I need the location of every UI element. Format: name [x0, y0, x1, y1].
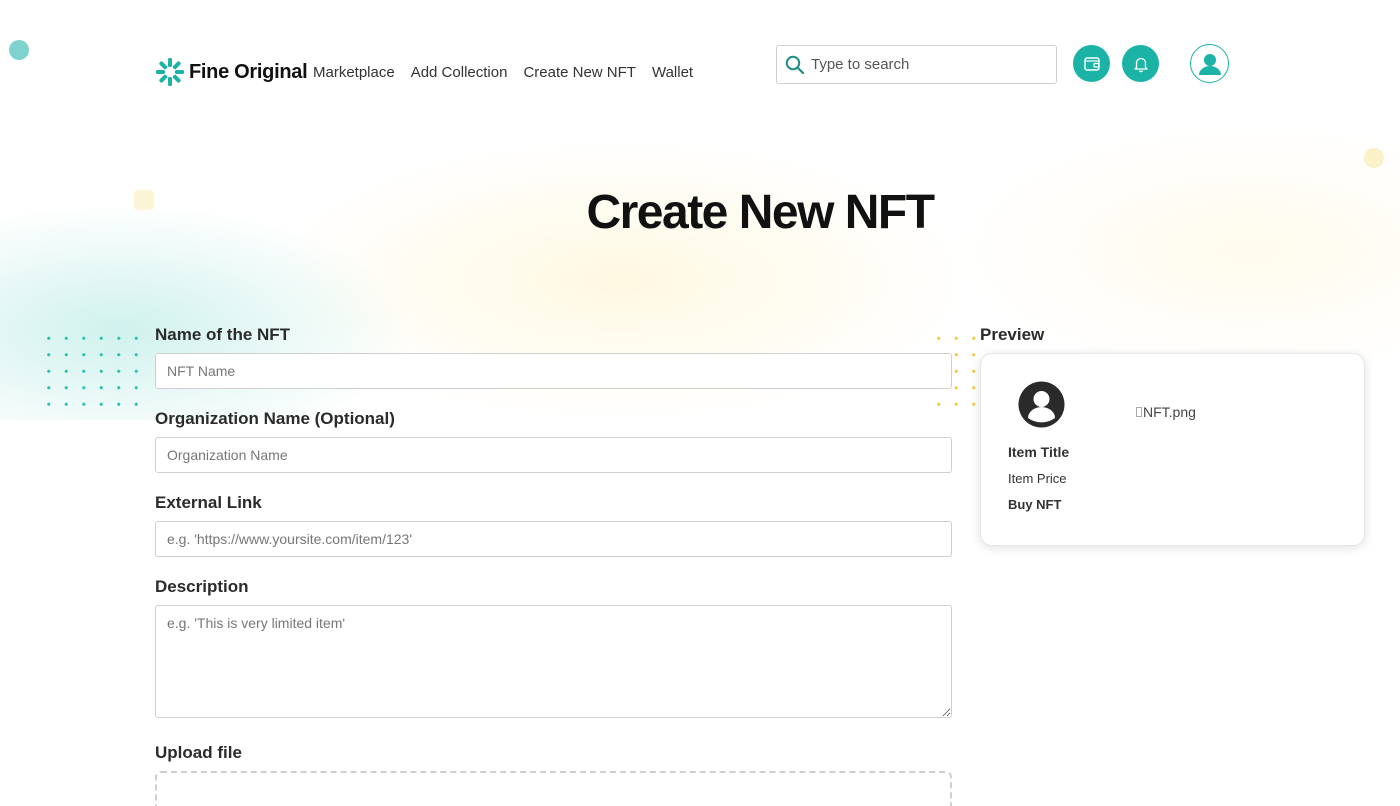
preview-item-title: Item Title: [1008, 444, 1070, 460]
create-nft-form: Name of the NFT Organization Name (Optio…: [155, 325, 952, 806]
upload-file-label: Upload file: [155, 743, 242, 762]
organization-name-label: Organization Name (Optional): [155, 409, 395, 428]
wallet-icon: [1083, 56, 1100, 71]
decorative-dot-grid: [40, 330, 145, 412]
description-label: Description: [155, 577, 249, 596]
nft-image-alt-text: NFT.png: [1143, 404, 1196, 420]
search-bar: [776, 45, 1057, 84]
field-organization: Organization Name (Optional): [155, 409, 952, 473]
sunburst-logo-icon: [156, 58, 184, 86]
page-title: Create New NFT: [586, 186, 935, 239]
broken-image-icon: [1136, 407, 1142, 417]
nav-item-create-new-nft[interactable]: Create New NFT: [523, 64, 636, 81]
search-input[interactable]: [811, 56, 1041, 73]
preview-card: Item Title Item Price Buy NFT NFT.png: [980, 353, 1365, 546]
preview-heading: Preview: [980, 325, 1045, 344]
top-navbar: Fine Original Marketplace Add Collection…: [0, 0, 1400, 130]
field-upload: Upload file: [155, 743, 952, 806]
creator-avatar-icon: [1018, 381, 1065, 428]
field-external-link: External Link: [155, 493, 952, 557]
file-dropzone[interactable]: [155, 771, 952, 806]
nft-image-placeholder: NFT.png: [1136, 404, 1196, 420]
brand-name: Fine Original: [189, 60, 308, 83]
external-link-label: External Link: [155, 493, 262, 512]
nav-item-marketplace[interactable]: Marketplace: [313, 64, 395, 81]
wallet-button[interactable]: [1073, 45, 1110, 82]
bell-icon: [1133, 57, 1148, 72]
search-icon[interactable]: [785, 55, 805, 75]
decorative-circle: [1364, 148, 1384, 168]
notifications-button[interactable]: [1122, 45, 1159, 82]
brand-logo[interactable]: Fine Original: [155, 57, 308, 87]
nft-name-input[interactable]: [155, 353, 952, 389]
nav-item-add-collection[interactable]: Add Collection: [411, 64, 508, 81]
buy-nft-button[interactable]: Buy NFT: [1008, 497, 1061, 512]
external-link-input[interactable]: [155, 521, 952, 557]
field-description: Description: [155, 577, 952, 723]
field-nft-name: Name of the NFT: [155, 325, 952, 389]
description-textarea[interactable]: [155, 605, 952, 718]
nft-name-label: Name of the NFT: [155, 325, 291, 344]
preview-item-price: Item Price: [1008, 471, 1067, 486]
organization-name-input[interactable]: [155, 437, 952, 473]
nav-item-wallet[interactable]: Wallet: [652, 64, 693, 81]
user-icon: [1198, 53, 1221, 75]
user-avatar-button[interactable]: [1190, 44, 1229, 83]
main-nav: Marketplace Add Collection Create New NF…: [313, 64, 693, 81]
